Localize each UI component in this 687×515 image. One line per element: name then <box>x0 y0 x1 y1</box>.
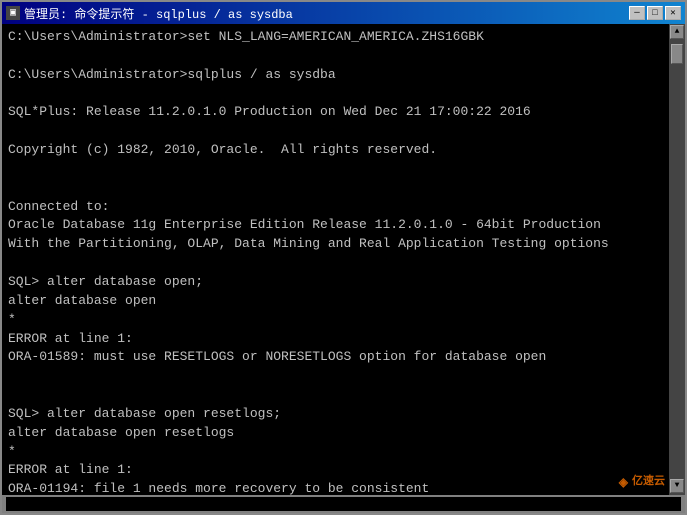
title-bar-buttons: ─ □ ✕ <box>629 6 681 20</box>
scroll-thumb[interactable] <box>671 44 683 64</box>
scroll-down-button[interactable]: ▼ <box>670 479 684 493</box>
minimize-button[interactable]: ─ <box>629 6 645 20</box>
terminal-area[interactable]: C:\Users\Administrator>set NLS_LANG=AMER… <box>2 24 685 495</box>
title-bar: ▣ 管理员: 命令提示符 - sqlplus / as sysdba ─ □ ✕ <box>2 2 685 24</box>
scrollbar[interactable]: ▲ ▼ <box>669 24 685 495</box>
terminal-output: C:\Users\Administrator>set NLS_LANG=AMER… <box>8 28 679 495</box>
watermark: ◈ 亿速云 <box>619 474 665 491</box>
maximize-button[interactable]: □ <box>647 6 663 20</box>
watermark-icon: ◈ <box>619 474 628 491</box>
watermark-logo: 亿速云 <box>632 474 665 490</box>
window-title: 管理员: 命令提示符 - sqlplus / as sysdba <box>24 5 293 22</box>
close-button[interactable]: ✕ <box>665 6 681 20</box>
cmd-window: ▣ 管理员: 命令提示符 - sqlplus / as sysdba ─ □ ✕… <box>0 0 687 515</box>
bottom-bar <box>2 495 685 513</box>
scroll-up-button[interactable]: ▲ <box>670 25 684 39</box>
window-icon: ▣ <box>6 6 20 20</box>
bottom-bar-inner <box>6 497 681 511</box>
title-bar-left: ▣ 管理员: 命令提示符 - sqlplus / as sysdba <box>6 5 293 22</box>
